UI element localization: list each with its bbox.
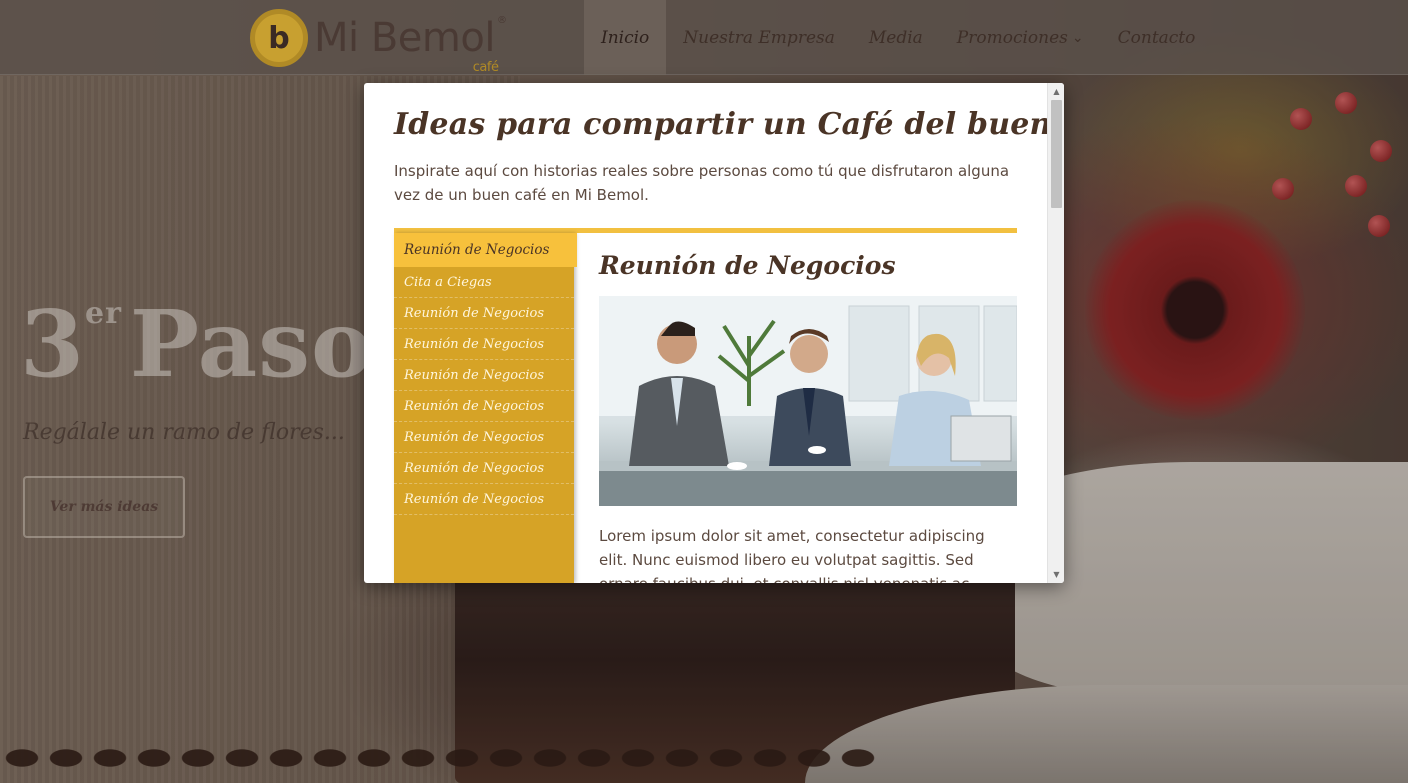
sidebar-item-cita-a-ciegas[interactable]: Cita a Ciegas: [394, 267, 574, 298]
business-meeting-photo: [599, 296, 1017, 506]
sidebar-item-reunion-de-negocios[interactable]: Reunión de Negocios: [394, 298, 574, 329]
hero-step-heading: 3erPaso: [20, 290, 373, 398]
nav-item-contacto[interactable]: Contacto: [1101, 0, 1213, 75]
idea-title: Reunión de Negocios: [599, 251, 896, 280]
scroll-up-arrow-icon[interactable]: ▲: [1048, 83, 1064, 100]
ideas-sidebar: Reunión de Negocios Cita a Ciegas Reunió…: [394, 233, 577, 583]
ideas-panel: Reunión de Negocios Cita a Ciegas Reunió…: [394, 228, 1017, 583]
modal-scroll-area[interactable]: Ideas para compartir un Café del bueno. …: [364, 83, 1047, 583]
ver-mas-ideas-button[interactable]: Ver más ideas: [23, 476, 185, 538]
logo-brand-text: Mi Bemol: [314, 15, 495, 61]
scrollbar-thumb[interactable]: [1051, 100, 1062, 208]
scroll-down-arrow-icon[interactable]: ▼: [1048, 566, 1064, 583]
sidebar-item-reunion-de-negocios[interactable]: Reunión de Negocios: [394, 391, 574, 422]
logo-cafe-text: café: [472, 60, 499, 75]
idea-body-text: Lorem ipsum dolor sit amet, consectetur …: [599, 527, 985, 583]
business-meeting-illustration: [599, 296, 1017, 506]
modal-intro-text: Inspirate aquí con historias reales sobr…: [394, 162, 1010, 204]
hero-subtitle: Regálale un ramo de flores...: [23, 420, 345, 445]
hero-step-word: Paso: [129, 290, 374, 398]
logo-mark-icon: b: [250, 9, 308, 67]
modal-scrollbar[interactable]: ▲ ▼: [1047, 83, 1064, 583]
sidebar-item-reunion-de-negocios[interactable]: Reunión de Negocios: [394, 329, 574, 360]
nav-item-nuestra-empresa[interactable]: Nuestra Empresa: [666, 0, 852, 75]
nav-item-promociones[interactable]: Promociones ⌄: [940, 0, 1101, 75]
nav-item-media[interactable]: Media: [852, 0, 940, 75]
sidebar-item-reunion-de-negocios[interactable]: Reunión de Negocios: [394, 422, 574, 453]
ideas-modal: Ideas para compartir un Café del bueno. …: [364, 83, 1064, 583]
main-nav: Inicio Nuestra Empresa Media Promociones…: [584, 0, 1212, 75]
logo-registered-mark: ®: [496, 15, 507, 26]
chevron-down-icon: ⌄: [1071, 29, 1084, 46]
logo-wordmark: Mi Bemol ® café: [314, 15, 507, 75]
idea-content: Reunión de Negocios Lorem ipsum dolor si…: [599, 233, 1017, 583]
sidebar-item-reunion-de-negocios[interactable]: Reunión de Negocios: [394, 453, 574, 484]
nav-item-inicio[interactable]: Inicio: [584, 0, 667, 75]
sidebar-item-reunion-de-negocios[interactable]: Reunión de Negocios: [394, 484, 574, 515]
nav-item-promociones-label: Promociones: [956, 27, 1068, 48]
sidebar-item-reunion-de-negocios[interactable]: Reunión de Negocios: [394, 233, 577, 267]
modal-title: Ideas para compartir un Café del bueno.: [394, 107, 1047, 142]
site-logo[interactable]: b Mi Bemol ® café: [250, 5, 550, 75]
hero-step-superscript: er: [85, 296, 122, 331]
site-header: b Mi Bemol ® café Inicio Nuestra Empresa M…: [0, 0, 1408, 75]
hero-step-number: 3: [20, 290, 86, 398]
sidebar-item-reunion-de-negocios[interactable]: Reunión de Negocios: [394, 360, 574, 391]
